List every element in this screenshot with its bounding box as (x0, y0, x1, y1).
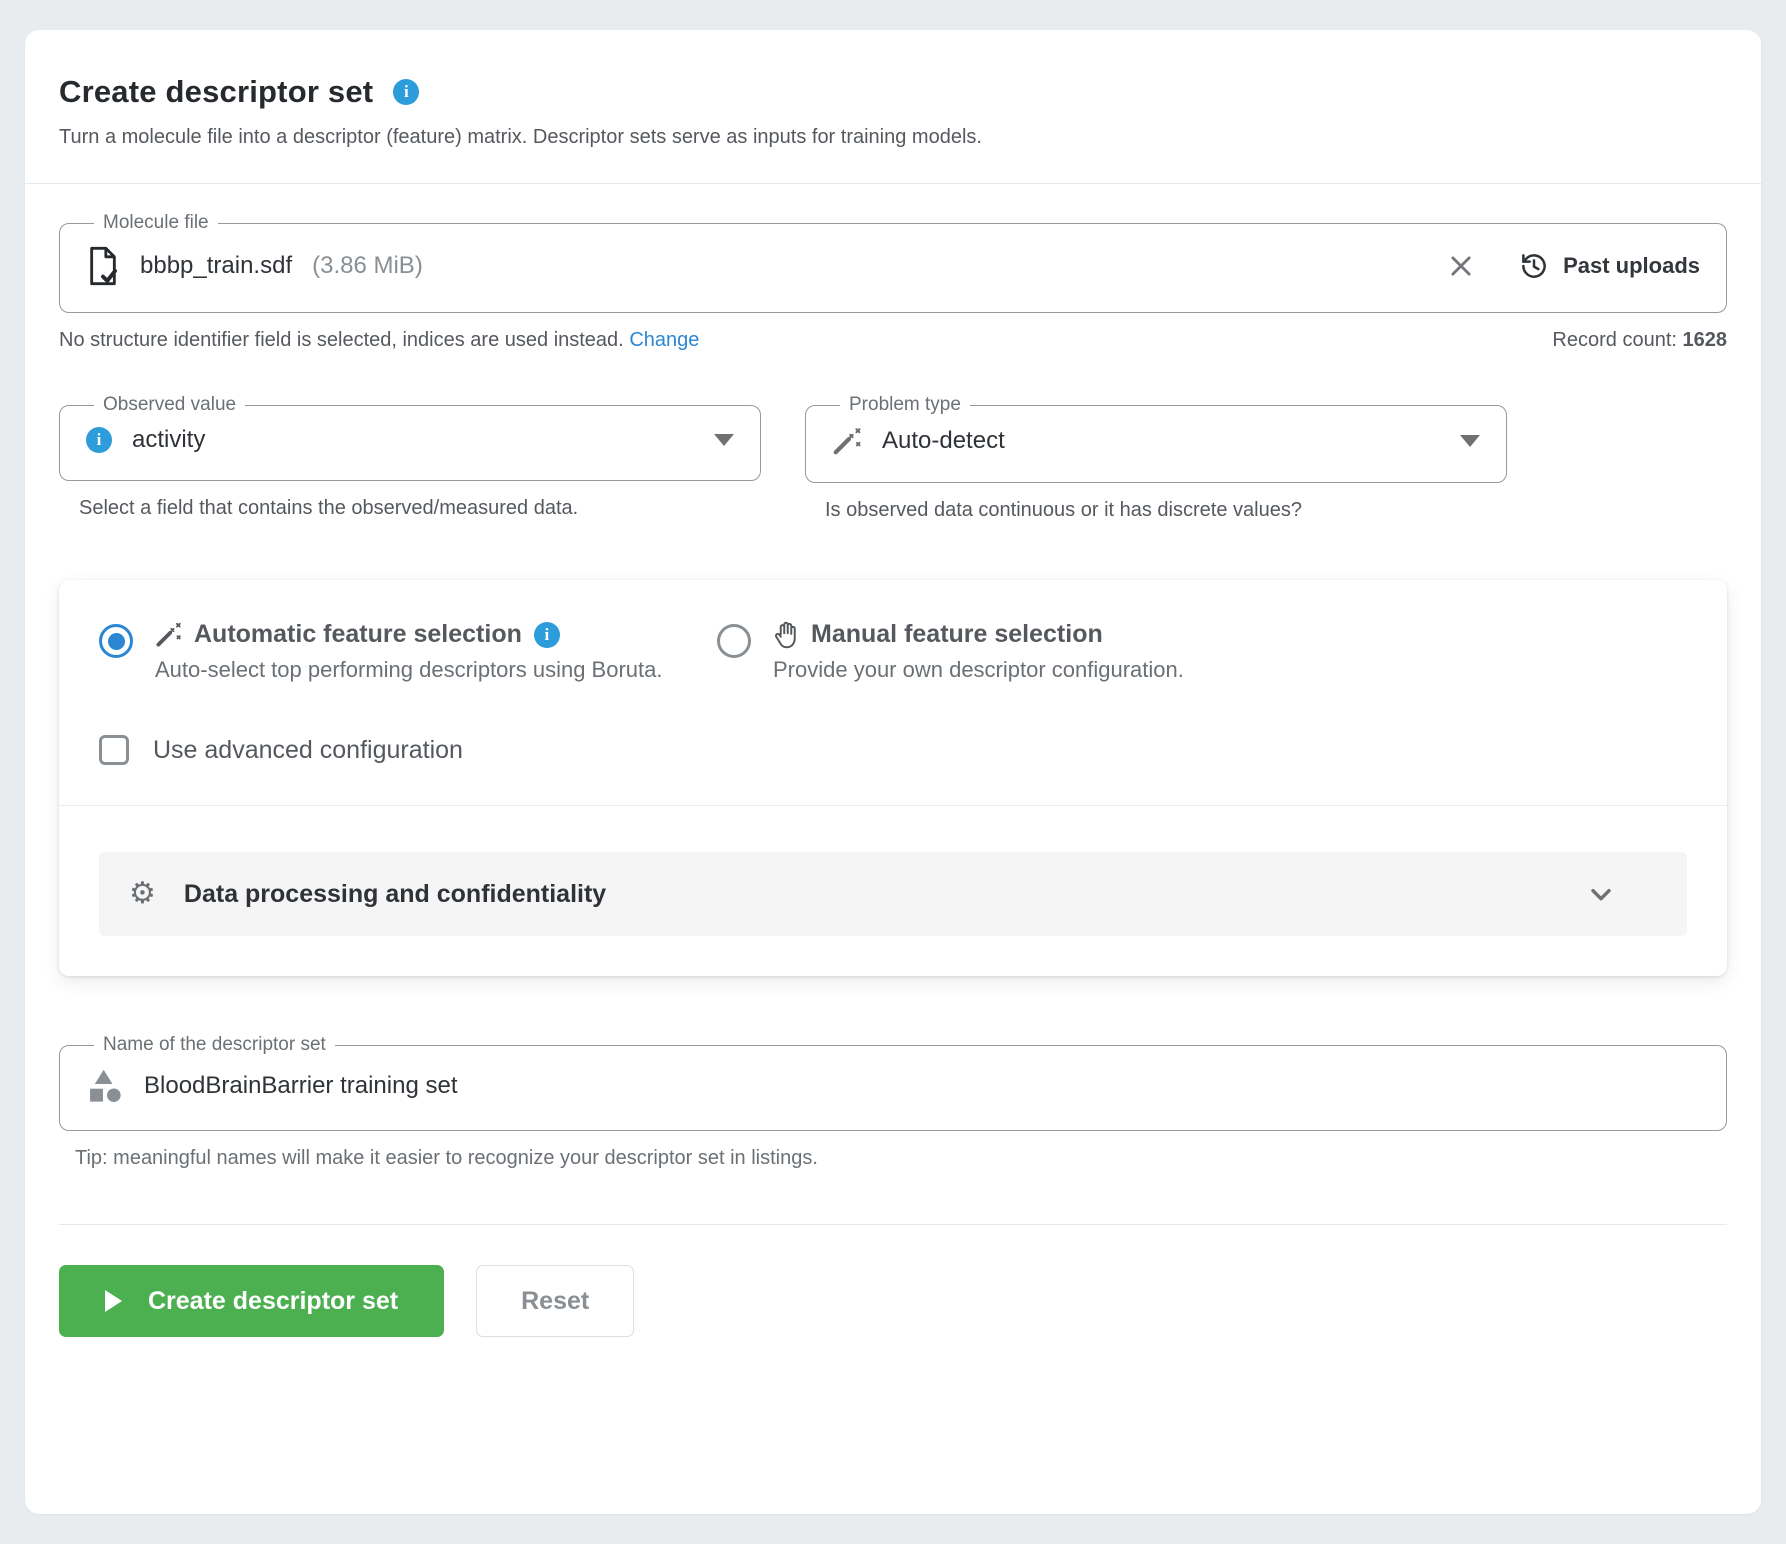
raised-hand-icon (773, 621, 799, 649)
advanced-config-checkbox[interactable]: Use advanced configuration (99, 735, 1687, 765)
change-link[interactable]: Change (629, 329, 699, 351)
past-uploads-button[interactable]: Past uploads (1519, 251, 1700, 281)
page-title: Create descriptor set (59, 74, 374, 109)
file-check-icon (86, 246, 120, 286)
manual-selection-label: Manual feature selection (811, 620, 1103, 648)
main-card: Create descriptor set i Turn a molecule … (25, 30, 1761, 1514)
problem-type-label: Problem type (849, 394, 961, 415)
descriptor-name-value: BloodBrainBarrier training set (144, 1072, 458, 1099)
radio-manual-feature-selection[interactable]: Manual feature selection Provide your ow… (717, 620, 1687, 683)
create-descriptor-set-button[interactable]: Create descriptor set (59, 1265, 445, 1337)
dropdown-arrow-icon (714, 434, 734, 446)
name-tip: Tip: meaningful names will make it easie… (75, 1147, 818, 1169)
descriptor-name-field[interactable]: Name of the descriptor set BloodBrainBar… (59, 1034, 1727, 1131)
observed-value-helper: Select a field that contains the observe… (79, 497, 579, 519)
file-name: bbbp_train.sdf (140, 252, 293, 279)
file-size: (3.86 MiB) (312, 252, 423, 279)
record-count: Record count: 1628 (1552, 329, 1727, 352)
automatic-selection-label: Automatic feature selection (194, 620, 522, 648)
automatic-info-icon[interactable]: i (533, 621, 560, 648)
checkbox-box (99, 735, 129, 765)
problem-type-helper: Is observed data continuous or it has di… (825, 499, 1302, 521)
history-icon (1519, 251, 1549, 281)
problem-type-select[interactable]: Problem type Auto-detect (805, 394, 1507, 483)
radio-selected-indicator (99, 624, 133, 658)
observed-value-info-icon[interactable]: i (86, 427, 112, 453)
play-icon (105, 1290, 122, 1312)
past-uploads-label: Past uploads (1563, 253, 1700, 278)
reset-button[interactable]: Reset (476, 1265, 635, 1337)
manual-selection-description: Provide your own descriptor configuratio… (773, 657, 1184, 682)
chevron-down-icon (1585, 878, 1617, 910)
title-info-icon[interactable]: i (393, 79, 420, 105)
automatic-selection-description: Auto-select top performing descriptors u… (155, 657, 663, 682)
magic-wand-icon (155, 621, 182, 648)
header-divider (25, 183, 1761, 184)
observed-value-select[interactable]: Observed value i activity (59, 394, 761, 481)
data-processing-label: Data processing and confidentiality (183, 879, 607, 908)
record-count-label: Record count: (1552, 329, 1677, 351)
create-button-label: Create descriptor set (148, 1286, 399, 1315)
magic-wand-icon (832, 426, 862, 456)
advanced-config-label: Use advanced configuration (153, 735, 463, 764)
data-processing-header[interactable]: ⚙ Data processing and confidentiality (99, 852, 1687, 936)
page-subtitle: Turn a molecule file into a descriptor (… (59, 126, 982, 148)
shapes-icon (86, 1068, 124, 1104)
molecule-file-fieldset: Molecule file bbbp_train.sdf (3.86 MiB) (59, 212, 1727, 313)
descriptor-name-label: Name of the descriptor set (103, 1034, 326, 1055)
feature-card-divider (59, 805, 1727, 806)
feature-selection-card: Automatic feature selection i Auto-selec… (59, 580, 1727, 976)
radio-automatic-feature-selection[interactable]: Automatic feature selection i Auto-selec… (99, 620, 717, 683)
problem-type-text: Auto-detect (882, 427, 1005, 454)
header: Create descriptor set i Turn a molecule … (25, 30, 1761, 183)
radio-unselected-indicator (717, 624, 751, 658)
clear-file-icon[interactable] (1447, 252, 1475, 280)
observed-value-label: Observed value (103, 394, 237, 415)
identifier-note: No structure identifier field is selecte… (59, 329, 700, 351)
gear-icon: ⚙ (129, 877, 156, 910)
observed-value-text: activity (132, 426, 206, 453)
dropdown-arrow-icon (1460, 435, 1480, 447)
molecule-file-label: Molecule file (103, 212, 209, 233)
record-count-value: 1628 (1682, 329, 1728, 351)
